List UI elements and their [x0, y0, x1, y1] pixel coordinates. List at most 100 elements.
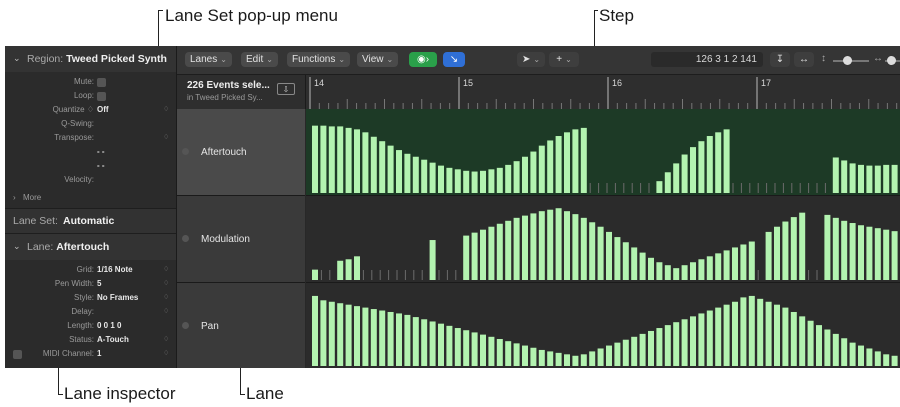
pointer-tool-menu[interactable]: ➤ ⌄ — [517, 52, 545, 67]
step-bar[interactable] — [379, 310, 386, 366]
step-bar[interactable] — [538, 145, 545, 193]
region-param-value[interactable]: - - — [97, 147, 105, 156]
step-bar[interactable] — [429, 321, 436, 366]
step-bar[interactable] — [421, 319, 428, 366]
step-bar[interactable] — [572, 214, 579, 280]
step-bar[interactable] — [446, 167, 453, 193]
step-bar[interactable] — [471, 232, 478, 280]
step-bar[interactable] — [614, 237, 621, 280]
step-bar[interactable] — [681, 265, 688, 280]
lane-header-pan[interactable]: Pan — [177, 283, 305, 368]
step-bar[interactable] — [496, 167, 503, 193]
step-bar[interactable] — [824, 214, 831, 280]
step-bar[interactable] — [597, 348, 604, 366]
region-param-value[interactable]: Off — [97, 105, 109, 114]
step-bar[interactable] — [421, 159, 428, 193]
lane-param-row[interactable]: Length: 0 0 1 0 — [5, 321, 176, 333]
step-bar[interactable] — [841, 338, 848, 366]
step-bar[interactable] — [354, 256, 360, 280]
stepper-icon[interactable]: ♢ — [163, 279, 169, 287]
step-bar[interactable] — [538, 349, 545, 366]
step-bar[interactable] — [354, 306, 360, 366]
step-bar[interactable] — [454, 169, 461, 193]
step-bar[interactable] — [572, 355, 579, 366]
step-bar[interactable] — [656, 262, 663, 280]
step-bar[interactable] — [866, 348, 873, 366]
step-bar[interactable] — [429, 162, 436, 193]
checkbox[interactable] — [97, 92, 106, 101]
step-bar[interactable] — [723, 129, 730, 193]
lane-param-value[interactable]: A-Touch — [97, 335, 129, 344]
step-bar[interactable] — [496, 338, 503, 366]
step-bar[interactable] — [832, 217, 839, 280]
lane-pan[interactable] — [306, 283, 900, 368]
stepper-icon[interactable]: ♢ — [163, 335, 169, 343]
chevron-down-icon[interactable]: ⌄ — [13, 53, 21, 64]
step-bar[interactable] — [513, 343, 520, 366]
step-bar[interactable] — [614, 342, 621, 366]
step-bar[interactable] — [824, 329, 831, 367]
step-bar[interactable] — [555, 208, 562, 280]
step-bar[interactable] — [790, 217, 797, 280]
step-bar[interactable] — [774, 304, 780, 366]
step-bar[interactable] — [387, 145, 394, 193]
lane-param-value[interactable]: 1/16 Note — [97, 265, 133, 274]
step-bar[interactable] — [547, 140, 554, 193]
step-bar[interactable] — [446, 325, 453, 366]
step-bar[interactable] — [505, 220, 512, 280]
step-bar[interactable] — [530, 151, 537, 193]
step-bar[interactable] — [580, 354, 587, 366]
lane-param-value[interactable]: 5 — [97, 279, 101, 288]
step-bar[interactable] — [866, 226, 873, 280]
step-bar[interactable] — [816, 325, 822, 366]
step-bar[interactable] — [320, 125, 327, 193]
step-bar[interactable] — [740, 297, 747, 366]
region-param-row[interactable]: Loop: — [5, 91, 176, 103]
step-bar[interactable] — [580, 217, 587, 280]
lane-param-row[interactable]: Delay: ♢ — [5, 307, 176, 319]
step-bar[interactable] — [690, 316, 696, 366]
step-bar[interactable] — [354, 129, 360, 193]
step-bar[interactable] — [681, 154, 688, 193]
step-bar[interactable] — [874, 165, 881, 193]
step-bar[interactable] — [849, 163, 856, 193]
region-param-row[interactable]: Q-Swing: — [5, 119, 176, 131]
stepper-icon[interactable]: ♢ — [163, 133, 169, 141]
chevron-down-icon[interactable]: ⌄ — [13, 241, 21, 252]
step-bar[interactable] — [656, 328, 663, 366]
step-bar[interactable] — [370, 136, 377, 193]
view-menu-button[interactable]: View ⌄ — [357, 52, 399, 67]
region-param-row[interactable]: - - — [5, 147, 176, 159]
stepper-icon[interactable]: ♢ — [163, 349, 169, 357]
region-param-row[interactable]: Transpose: ♢ — [5, 133, 176, 145]
step-bar[interactable] — [698, 259, 705, 280]
step-bar[interactable] — [480, 334, 486, 366]
step-bar[interactable] — [748, 241, 755, 280]
lane-set-popup-menu[interactable]: Lane Set: Automatic — [5, 209, 176, 233]
step-bar[interactable] — [757, 298, 764, 366]
step-bar[interactable] — [883, 229, 890, 280]
step-bar[interactable] — [480, 170, 486, 193]
step-bar[interactable] — [589, 222, 596, 280]
step-bar[interactable] — [488, 169, 495, 193]
step-bar[interactable] — [387, 311, 394, 366]
step-bar[interactable] — [328, 126, 335, 193]
horizontal-autozoom-button[interactable]: ↔ — [794, 52, 814, 67]
step-bar[interactable] — [681, 319, 688, 366]
step-bar[interactable] — [832, 333, 839, 366]
step-bar[interactable] — [765, 231, 772, 280]
step-bar[interactable] — [799, 316, 806, 366]
lane-param-value[interactable]: 1 — [97, 349, 101, 358]
step-bar[interactable] — [337, 126, 344, 193]
step-bar[interactable] — [463, 330, 470, 366]
step-bar[interactable] — [513, 217, 520, 280]
step-bar[interactable] — [589, 351, 596, 366]
step-bar[interactable] — [312, 125, 318, 193]
step-bar[interactable] — [715, 253, 722, 280]
step-bar[interactable] — [471, 171, 478, 193]
step-bar[interactable] — [320, 300, 327, 366]
step-bar[interactable] — [782, 221, 789, 280]
step-bar[interactable] — [538, 211, 545, 280]
step-bar[interactable] — [412, 317, 419, 366]
step-bar[interactable] — [639, 252, 646, 280]
